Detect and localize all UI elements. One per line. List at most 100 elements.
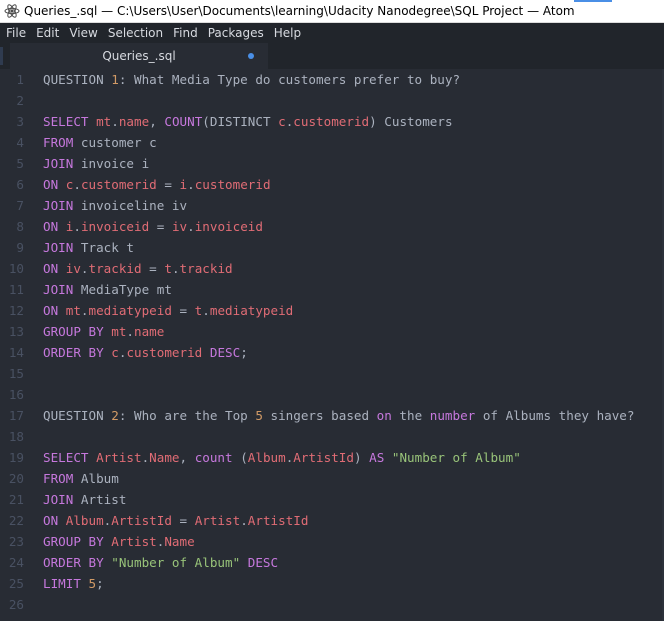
code-token: = <box>149 219 172 234</box>
code-text: QUESTION 1: What Media Type do customers… <box>43 69 460 90</box>
code-token: GROUP BY <box>43 324 112 339</box>
code-token: iv <box>171 219 188 234</box>
tab-bar: Queries_.sql <box>0 43 664 69</box>
code-token: of Albums they have? <box>475 408 635 423</box>
code-line[interactable]: 21 JOIN Artist <box>0 489 664 510</box>
code-token: customerid <box>126 345 203 360</box>
code-line[interactable]: 7 JOIN invoiceline iv <box>0 195 664 216</box>
code-line[interactable]: 18 <box>0 426 664 447</box>
code-token: c <box>111 345 119 360</box>
code-token: number <box>429 408 476 423</box>
code-token: . <box>73 219 81 234</box>
code-token: QUESTION <box>43 408 112 423</box>
code-text: ON c.customerid = i.customerid <box>43 174 271 195</box>
code-line[interactable]: 3 SELECT mt.name, COUNT(DISTINCT c.custom… <box>0 111 664 132</box>
code-line[interactable]: 20 FROM Album <box>0 468 664 489</box>
code-token: singers based <box>262 408 377 423</box>
code-token: = <box>141 261 165 276</box>
code-line[interactable]: 4 FROM customer c <box>0 132 664 153</box>
code-text: SELECT Artist.Name, count (Album.ArtistI… <box>43 447 521 468</box>
code-line[interactable]: 14 ORDER BY c.customerid DESC; <box>0 342 664 363</box>
menu-packages[interactable]: Packages <box>203 23 269 43</box>
code-editor[interactable]: 1 QUESTION 1: What Media Type do customer… <box>0 69 664 621</box>
code-line[interactable]: 6 ON c.customerid = i.customerid <box>0 174 664 195</box>
title-bar: Queries_.sql — C:\Users\User\Documents\l… <box>0 0 664 23</box>
code-line[interactable]: 1 QUESTION 1: What Media Type do customer… <box>0 69 664 90</box>
code-token: ( <box>232 450 248 465</box>
code-token: customerid <box>194 177 271 192</box>
code-token: ArtistId <box>111 513 172 528</box>
code-token: trackid <box>88 261 142 276</box>
line-number: 4 <box>16 135 24 150</box>
code-token: ON <box>43 219 66 234</box>
code-token: Album <box>247 450 286 465</box>
code-line[interactable]: 13 GROUP BY mt.name <box>0 321 664 342</box>
menu-selection[interactable]: Selection <box>103 23 168 43</box>
line-number: 9 <box>16 240 24 255</box>
code-token: name <box>118 114 150 129</box>
menu-help[interactable]: Help <box>269 23 306 43</box>
code-token: . <box>80 261 89 276</box>
line-number: 6 <box>16 177 24 192</box>
code-line[interactable]: 8 ON i.invoiceid = iv.invoiceid <box>0 216 664 237</box>
code-line[interactable]: 24 ORDER BY "Number of Album" DESC <box>0 552 664 573</box>
code-text: FROM customer c <box>43 132 157 153</box>
code-token: ON <box>43 261 66 276</box>
code-token: Artist <box>194 513 241 528</box>
tab-bar-accent <box>0 47 3 65</box>
code-token: : Who are the Top <box>118 408 256 423</box>
code-token: ON <box>43 177 66 192</box>
code-text: ORDER BY "Number of Album" DESC <box>43 552 278 573</box>
code-token: iv <box>65 261 81 276</box>
code-line[interactable]: 15 <box>0 363 664 384</box>
code-text: SELECT mt.name, COUNT(DISTINCT c.custome… <box>43 111 453 132</box>
code-line[interactable]: 17 QUESTION 2: Who are the Top 5 singers … <box>0 405 664 426</box>
code-line[interactable]: 10 ON iv.trackid = t.trackid <box>0 258 664 279</box>
code-token: DESC <box>209 345 241 360</box>
code-text: JOIN MediaType mt <box>43 279 172 300</box>
code-line[interactable]: 12 ON mt.mediatypeid = t.mediatypeid <box>0 300 664 321</box>
menu-find[interactable]: Find <box>168 23 203 43</box>
code-line[interactable]: 9 JOIN Track t <box>0 237 664 258</box>
menu-file[interactable]: File <box>0 23 31 43</box>
code-token: invoice i <box>80 156 150 171</box>
code-token: t <box>164 261 172 276</box>
line-number: 19 <box>8 450 24 465</box>
modified-indicator-icon <box>248 53 254 59</box>
code-token: trackid <box>179 261 233 276</box>
code-token: Album <box>80 471 119 486</box>
line-number: 3 <box>16 114 24 129</box>
tab-queries-sql[interactable]: Queries_.sql <box>10 43 268 69</box>
code-line[interactable]: 19 SELECT Artist.Name, count (Album.Artis… <box>0 447 664 468</box>
code-token: mediatypeid <box>209 303 294 318</box>
code-line[interactable]: 5 JOIN invoice i <box>0 153 664 174</box>
line-number: 26 <box>8 597 24 612</box>
code-token: = <box>171 303 195 318</box>
code-token: "Number of Album" <box>111 555 241 570</box>
code-line[interactable]: 26 <box>0 594 664 615</box>
code-token: 5 <box>88 576 97 591</box>
code-token: invoiceline iv <box>80 198 188 213</box>
code-line[interactable]: 23 GROUP BY Artist.Name <box>0 531 664 552</box>
code-line[interactable]: 25 LIMIT 5; <box>0 573 664 594</box>
code-line[interactable]: 16 <box>0 384 664 405</box>
code-token: DESC <box>247 555 279 570</box>
line-number: 24 <box>8 555 24 570</box>
code-token: 2 <box>111 408 119 423</box>
code-token: ; <box>240 345 248 360</box>
code-token: FROM <box>43 471 81 486</box>
code-token: QUESTION <box>43 72 112 87</box>
code-token: customerid <box>293 114 370 129</box>
code-line[interactable]: 22 ON Album.ArtistId = Artist.ArtistId <box>0 510 664 531</box>
line-number: 25 <box>8 576 24 591</box>
line-number: 22 <box>8 513 24 528</box>
code-line[interactable]: 11 JOIN MediaType mt <box>0 279 664 300</box>
menu-view[interactable]: View <box>64 23 102 43</box>
code-token: ArtistId <box>247 513 309 528</box>
window-title: Queries_.sql — C:\Users\User\Documents\l… <box>24 4 575 18</box>
code-token: JOIN <box>43 492 81 507</box>
code-line[interactable]: 2 <box>0 90 664 111</box>
code-token: . <box>202 303 210 318</box>
menu-edit[interactable]: Edit <box>31 23 64 43</box>
code-text: ON Album.ArtistId = Artist.ArtistId <box>43 510 308 531</box>
